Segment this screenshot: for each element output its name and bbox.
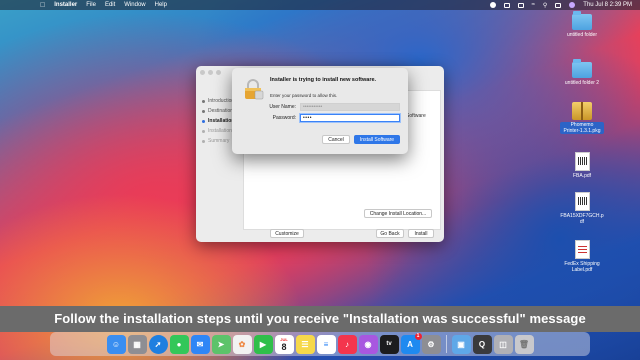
screen-record-icon[interactable]	[489, 2, 496, 8]
lock-icon	[245, 79, 264, 100]
reminders-icon[interactable]: ≡	[316, 334, 336, 354]
notes-icon[interactable]: ☰	[295, 334, 315, 354]
menu-app-name[interactable]: Installer	[54, 2, 77, 8]
username-field[interactable]: •••••••••••	[300, 103, 400, 111]
desktop-icon-pdf-1[interactable]: FBA.pdf	[554, 152, 610, 179]
close-button[interactable]	[200, 70, 205, 75]
battery-icon[interactable]	[517, 2, 524, 8]
desktop-icon-pdf-2[interactable]: FBA15XDF7GCH.pdf	[554, 192, 610, 225]
pdf-file-icon	[574, 240, 590, 259]
safari-icon[interactable]: ➚	[148, 334, 168, 354]
installer-icon[interactable]: ◫	[493, 334, 513, 354]
desktop-icon-label: FBA15XDF7GCH.pdf	[560, 213, 604, 225]
folder-icon	[572, 11, 592, 30]
desktop-icon-label: untitled folder	[566, 32, 598, 38]
step-bullet-icon	[202, 109, 205, 113]
quicktime-icon[interactable]: Q	[472, 334, 492, 354]
dock: ☺ ▦ ➚ ● ✉ ➤ ✿ ▶ JUL 8 ☰ ≡ ♪ ◉ tv A 1 ⚙ ▣…	[50, 332, 590, 356]
username-label: User Name:	[269, 104, 296, 110]
desktop-icon-label: untitled folder 2	[564, 80, 600, 86]
go-back-button[interactable]: Go Back	[376, 229, 404, 238]
app-store-icon[interactable]: A 1	[400, 332, 422, 354]
install-button[interactable]: Install	[408, 229, 434, 238]
desktop-icon-pdf-3[interactable]: FedEx Shipping Label.pdf	[554, 240, 610, 273]
launchpad-icon[interactable]: ▦	[127, 334, 147, 354]
menu-window[interactable]: Window	[124, 2, 145, 8]
desktop-icon-label: Phomemo Printer-1.3.1.pkg	[560, 122, 604, 134]
music-icon[interactable]: ♪	[337, 334, 357, 354]
preview-icon[interactable]: ▣	[451, 334, 471, 354]
desktop-icon-pkg[interactable]: Phomemo Printer-1.3.1.pkg	[554, 102, 610, 134]
dialog-subtitle: Enter your password to allow this.	[270, 93, 338, 98]
menu-help[interactable]: Help	[155, 2, 167, 8]
wifi-icon[interactable]: ≈	[532, 2, 535, 8]
zoom-button[interactable]	[216, 70, 221, 75]
pdf-file-icon	[574, 192, 590, 211]
desktop-icon-label: FBA.pdf	[572, 173, 592, 179]
dock-separator	[445, 335, 447, 353]
desktop-icon-folder-2[interactable]: untitled folder 2	[554, 59, 610, 86]
customize-button[interactable]: Customize	[270, 229, 304, 238]
system-preferences-icon[interactable]: ⚙	[421, 334, 441, 354]
desktop:  Installer File Edit Window Help ≈ ⚲ Th…	[0, 0, 640, 360]
tv-icon[interactable]: tv	[379, 334, 399, 354]
content-text: Software	[406, 113, 426, 119]
auth-dialog: Installer is trying to install new softw…	[232, 68, 408, 154]
step-bullet-icon	[202, 139, 205, 143]
mail-icon[interactable]: ✉	[190, 334, 210, 354]
podcasts-icon[interactable]: ◉	[358, 334, 378, 354]
menu-clock[interactable]: Thu Jul 8 2:39 PM	[583, 2, 632, 8]
video-caption: Follow the installation steps until you …	[0, 306, 640, 332]
messages-icon[interactable]: ●	[169, 334, 189, 354]
siri-icon[interactable]	[569, 2, 576, 8]
dialog-title: Installer is trying to install new softw…	[270, 77, 377, 83]
tv-label: tv	[386, 341, 392, 347]
calendar-day: 8	[281, 341, 287, 352]
calendar-icon[interactable]: JUL 8	[274, 334, 294, 354]
change-install-location-button[interactable]: Change Install Location...	[364, 209, 432, 218]
step-bullet-icon	[202, 119, 205, 123]
apple-menu-icon[interactable]: 	[40, 2, 45, 9]
password-label: Password:	[272, 115, 296, 121]
password-field[interactable]: ••••	[300, 114, 400, 122]
window-controls	[200, 70, 221, 75]
search-icon[interactable]: ⚲	[543, 2, 547, 9]
minimize-button[interactable]	[208, 70, 213, 75]
app-store-badge: 1	[414, 332, 422, 340]
step-bullet-icon	[202, 129, 205, 133]
dropbox-icon[interactable]	[503, 2, 510, 8]
menu-edit[interactable]: Edit	[105, 2, 115, 8]
control-center-icon[interactable]	[555, 2, 562, 8]
menu-file[interactable]: File	[86, 2, 96, 8]
install-software-button[interactable]: Install Software	[354, 135, 400, 144]
folder-icon	[572, 59, 592, 78]
package-icon	[572, 102, 592, 120]
finder-icon[interactable]: ☺	[106, 334, 126, 354]
step-bullet-icon	[202, 99, 205, 103]
cancel-button[interactable]: Cancel	[322, 135, 350, 144]
maps-icon[interactable]: ➤	[211, 334, 231, 354]
pdf-file-icon	[574, 152, 590, 171]
desktop-icon-label: FedEx Shipping Label.pdf	[564, 261, 600, 273]
menu-bar:  Installer File Edit Window Help ≈ ⚲ Th…	[0, 0, 640, 10]
photos-icon[interactable]: ✿	[232, 334, 252, 354]
trash-icon[interactable]: 🗑	[514, 334, 534, 354]
desktop-icon-folder-1[interactable]: untitled folder	[554, 11, 610, 38]
facetime-icon[interactable]: ▶	[253, 334, 273, 354]
